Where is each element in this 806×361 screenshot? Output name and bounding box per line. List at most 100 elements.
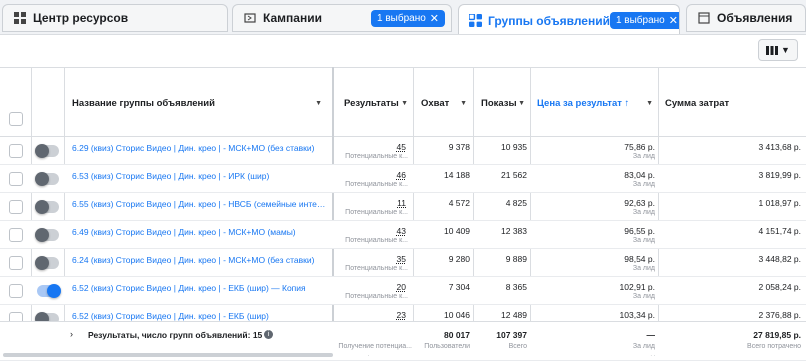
footer-reach-sub: Пользователи — [424, 343, 470, 350]
cost-per-result-type: За лид — [632, 181, 655, 188]
amount-spent-value: 2 376,88 р. — [758, 310, 801, 320]
chevron-down-icon: ▼ — [781, 45, 790, 55]
column-header-impressions[interactable]: Показы ▼ — [481, 68, 531, 138]
chevron-down-icon: ▼ — [315, 99, 322, 107]
column-header-reach[interactable]: Охват ▼ — [421, 68, 473, 138]
amount-spent-value: 3 448,82 р. — [758, 254, 801, 264]
results-value[interactable]: 45 — [340, 142, 406, 152]
row-checkbox[interactable] — [9, 256, 23, 270]
cost-per-result-value: 75,86 р. — [624, 142, 655, 152]
table-row[interactable]: 6.53 (квиз) Сторис Видео | Дин. крео | -… — [0, 165, 806, 193]
table-header: Название группы объявлений ▼ Результаты ▼ … — [0, 67, 806, 137]
column-header-name[interactable]: Название группы объявлений ▼ — [72, 68, 328, 138]
results-type: Потенциальные к... — [345, 293, 408, 300]
row-checkbox[interactable] — [9, 144, 23, 158]
status-toggle[interactable] — [35, 228, 59, 242]
ad-set-name-link[interactable]: 6.49 (квиз) Сторис Видео | Дин. крео | -… — [72, 227, 328, 237]
column-label: Цена за результат ↑ — [537, 97, 630, 109]
status-toggle[interactable] — [35, 172, 59, 186]
chevron-down-icon: ▼ — [460, 99, 467, 107]
reach-value: 9 280 — [448, 254, 470, 264]
columns-button[interactable]: ▼ — [758, 39, 798, 61]
grid-icon — [13, 11, 27, 25]
table-row[interactable]: 6.52 (квиз) Сторис Видео | Дин. крео | -… — [0, 277, 806, 305]
cost-per-result-type: За лид — [632, 293, 655, 300]
tab-ad-sets[interactable]: Группы объявлений 1 выбрано ✕ — [458, 4, 680, 36]
tab-label: Центр ресурсов — [33, 11, 129, 25]
status-toggle[interactable] — [35, 256, 59, 270]
table-row[interactable]: 6.24 (квиз) Сторис Видео | Дин. крео | -… — [0, 249, 806, 277]
column-label: Результаты — [344, 97, 399, 109]
footer-cost-per-result-sub: За лид — [632, 343, 655, 350]
reach-value: 7 304 — [448, 282, 470, 292]
status-toggle[interactable] — [35, 144, 59, 158]
toggle-knob — [35, 200, 49, 214]
results-value[interactable]: 11 — [340, 198, 406, 208]
table-row[interactable]: 6.29 (квиз) Сторис Видео | Дин. крео | -… — [0, 137, 806, 165]
toggle-knob — [35, 144, 49, 158]
toggle-knob — [35, 228, 49, 242]
tab-label: Объявления — [717, 11, 793, 25]
select-all-checkbox[interactable] — [9, 112, 23, 126]
column-header-cost-per-result[interactable]: Цена за результат ↑ ▼ — [537, 68, 659, 138]
results-value[interactable]: 43 — [340, 226, 406, 236]
cost-per-result-value: 98,54 р. — [624, 254, 655, 264]
tab-ads[interactable]: Объявления — [686, 4, 806, 32]
ad-set-name-link[interactable]: 6.55 (квиз) Сторис Видео | Дин. крео | -… — [72, 199, 328, 209]
ad-set-name-link[interactable]: 6.24 (квиз) Сторис Видео | Дин. крео | -… — [72, 255, 328, 265]
table-row[interactable]: 6.49 (квиз) Сторис Видео | Дин. крео | -… — [0, 221, 806, 249]
impressions-value: 12 383 — [501, 226, 527, 236]
results-value[interactable]: 35 — [340, 254, 406, 264]
chevron-down-icon: ▼ — [646, 99, 653, 107]
footer-reach: 80 017 — [444, 330, 470, 340]
cost-per-result-value: 96,55 р. — [624, 226, 655, 236]
row-checkbox[interactable] — [9, 172, 23, 186]
close-icon[interactable]: ✕ — [430, 12, 439, 25]
results-value[interactable]: 20 — [340, 282, 406, 292]
cost-per-result-value: 103,34 р. — [619, 310, 655, 320]
columns-icon — [766, 45, 779, 55]
column-label: Сумма затрат — [665, 97, 730, 109]
amount-spent-value: 2 058,24 р. — [758, 282, 801, 292]
info-icon[interactable]: i — [264, 330, 273, 339]
chevron-right-icon[interactable]: › — [70, 329, 73, 339]
table-row[interactable]: 6.55 (квиз) Сторис Видео | Дин. крео | -… — [0, 193, 806, 221]
status-toggle[interactable] — [35, 200, 59, 214]
impressions-value: 10 935 — [501, 142, 527, 152]
footer-cost-per-result: — — [646, 330, 656, 340]
cost-per-result-type: За лид — [632, 237, 655, 244]
ad-set-name-link[interactable]: 6.29 (квиз) Сторис Видео | Дин. крео | -… — [72, 143, 328, 153]
selected-pill[interactable]: 1 выбрано ✕ — [371, 9, 445, 27]
results-value[interactable]: 23 — [340, 310, 406, 320]
status-toggle[interactable] — [37, 284, 61, 298]
impressions-value: 12 489 — [501, 310, 527, 320]
tab-campaigns[interactable]: Кампании 1 выбрано ✕ — [232, 4, 452, 32]
impressions-value: 4 825 — [505, 198, 527, 208]
column-header-amount-spent[interactable]: Сумма затрат — [665, 68, 803, 138]
chevron-down-icon: ▼ — [401, 99, 408, 107]
adset-grid-icon — [469, 14, 482, 28]
close-icon[interactable]: ✕ — [669, 14, 678, 27]
selected-pill[interactable]: 1 выбрано ✕ — [609, 12, 679, 29]
amount-spent-value: 3 413,68 р. — [758, 142, 801, 152]
column-header-results[interactable]: Результаты ▼ — [344, 68, 414, 138]
tab-resource-center[interactable]: Центр ресурсов — [2, 4, 228, 32]
results-type: Потенциальные к... — [345, 153, 408, 160]
table-footer: › Результаты, число групп объявлений: 15… — [0, 321, 806, 355]
cost-per-result-value: 83,04 р. — [624, 170, 655, 180]
column-label: Показы — [481, 97, 517, 109]
ad-set-name-link[interactable]: 6.52 (квиз) Сторис Видео | Дин. крео | -… — [72, 283, 328, 293]
reach-value: 10 046 — [444, 310, 470, 320]
footer-impressions-sub: Всего — [508, 343, 527, 350]
row-checkbox[interactable] — [9, 200, 23, 214]
ad-set-name-link[interactable]: 6.52 (квиз) Сторис Видео | Дин. крео | -… — [72, 311, 328, 321]
impressions-value: 9 889 — [505, 254, 527, 264]
pill-label: 1 выбрано — [615, 15, 665, 26]
row-checkbox[interactable] — [9, 284, 23, 298]
cost-per-result-type: За лид — [632, 209, 655, 216]
toggle-knob — [35, 256, 49, 270]
ad-set-name-link[interactable]: 6.53 (квиз) Сторис Видео | Дин. крео | -… — [72, 171, 328, 181]
row-checkbox[interactable] — [9, 228, 23, 242]
tab-bar: Центр ресурсов Кампании 1 выбрано ✕ Групп… — [0, 0, 806, 36]
results-value[interactable]: 46 — [340, 170, 406, 180]
